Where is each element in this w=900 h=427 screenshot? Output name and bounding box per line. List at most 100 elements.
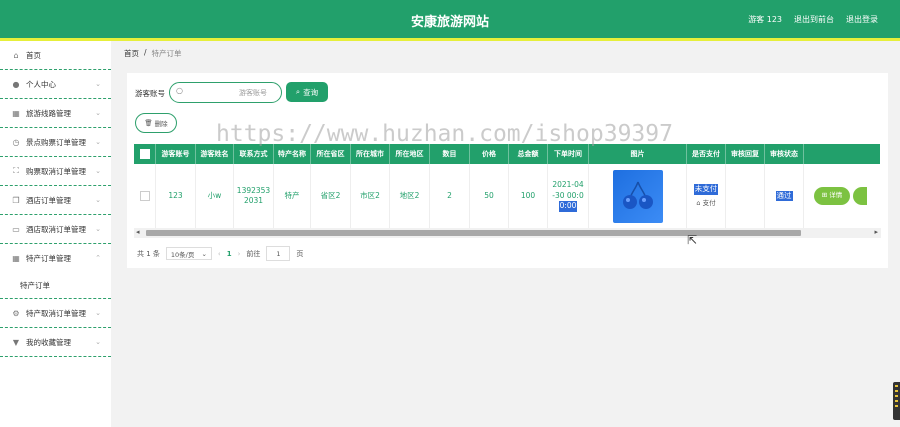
- chevron-down-icon: ⌄: [95, 196, 101, 204]
- sidebar-item-ticket-orders[interactable]: ◷ 景点购票订单管理 ⌄: [0, 128, 111, 157]
- horizontal-scrollbar[interactable]: ◂ ▸: [134, 228, 881, 238]
- sidebar-item-ticket-cancel[interactable]: ⛶ 购票取消订单管理 ⌄: [0, 157, 111, 186]
- side-widget[interactable]: [893, 382, 900, 420]
- select-all-checkbox[interactable]: [139, 149, 150, 159]
- search-icon: ⌕: [295, 87, 301, 96]
- search-input[interactable]: ○ 游客账号: [169, 82, 282, 103]
- paid-status: 未支付: [693, 184, 719, 195]
- sidebar-item-label: 我的收藏管理: [26, 337, 71, 347]
- cell-total: 100: [509, 164, 548, 228]
- sidebar-item-label: 酒店订单管理: [26, 195, 71, 205]
- sidebar-item-label: 旅游线路管理: [26, 108, 71, 118]
- product-image[interactable]: [612, 169, 663, 223]
- delete-button-label: 删除: [154, 120, 168, 128]
- sidebar-item-label: 个人中心: [26, 79, 56, 89]
- header-stripe: [0, 38, 900, 41]
- sidebar-item-hotel-orders[interactable]: ❐ 酒店订单管理 ⌄: [0, 186, 111, 215]
- sidebar-item-routes[interactable]: ▦ 旅游线路管理 ⌄: [0, 99, 111, 128]
- column-header: 是否支付: [687, 144, 726, 164]
- mouse-cursor-icon: ⇱: [687, 233, 698, 247]
- cell-phone: 1392353 2031: [234, 164, 274, 228]
- page-size-select[interactable]: 10条/页 ⌄: [165, 247, 212, 260]
- sidebar-item-favorites[interactable]: ▼ 我的收藏管理 ⌄: [0, 328, 111, 357]
- chevron-down-icon: ⌄: [95, 338, 101, 346]
- chevron-down-icon: ⌄: [95, 80, 101, 88]
- orders-table: 游客账号 游客姓名 联系方式 特产名称 所在省区 所在城市 所在地区 数目 价格…: [134, 144, 881, 238]
- breadcrumb-separator: /: [144, 48, 147, 57]
- column-header: 游客姓名: [196, 144, 234, 164]
- table-header: 游客账号 游客姓名 联系方式 特产名称 所在省区 所在城市 所在地区 数目 价格…: [134, 144, 880, 164]
- table-row: 123 小w 1392353 2031 特产 省区2 市区2 地区2 2 50 …: [134, 164, 880, 228]
- column-header: 所在城市: [351, 144, 390, 164]
- next-page-icon[interactable]: ›: [238, 250, 241, 258]
- user-label: 游客 123: [748, 15, 782, 24]
- scroll-left-icon[interactable]: ◂: [136, 228, 140, 236]
- chevron-down-icon: ⌄: [95, 167, 101, 175]
- sidebar-item-home[interactable]: ⌂ 首页: [0, 41, 111, 70]
- cell-city: 市区2: [351, 164, 390, 228]
- pagination: 共 1 条 10条/页 ⌄ ‹ 1 › 前往 1 页: [137, 246, 303, 261]
- sidebar-item-specialty-orders[interactable]: ▦ 特产订单管理 ⌃: [0, 244, 111, 272]
- column-header: 总金额: [509, 144, 548, 164]
- cell-count: 2: [430, 164, 470, 228]
- search-label: 游客账号: [135, 89, 165, 98]
- cell-review-reply: [726, 164, 765, 228]
- detail-button-label: 详情: [829, 191, 843, 200]
- sidebar-item-label: 酒店取消订单管理: [26, 224, 86, 234]
- phone-line-2: 2031: [243, 196, 264, 205]
- chevron-down-icon: ⌄: [201, 249, 207, 258]
- column-header: 特产名称: [274, 144, 311, 164]
- scroll-right-icon[interactable]: ▸: [874, 228, 878, 236]
- phone-line-1: 1392353: [236, 185, 271, 195]
- breadcrumb: 首页 / 特产订单: [124, 48, 182, 59]
- select-all-cell: [134, 144, 156, 164]
- goto-page-input[interactable]: 1: [266, 246, 291, 261]
- column-header: 所在地区: [390, 144, 430, 164]
- column-header: 审核状态: [765, 144, 804, 164]
- sidebar-item-label: 特产取消订单管理: [26, 308, 86, 318]
- top-header: 安康旅游网站 游客 123 退出到前台 退出登录: [0, 0, 900, 38]
- page-unit: 页: [296, 249, 304, 258]
- expand-icon: ⛶: [13, 166, 19, 175]
- building-icon: ▦: [12, 108, 20, 118]
- query-button[interactable]: ⌕ 查询: [286, 82, 328, 102]
- sidebar-item-label: 购票取消订单管理: [26, 166, 86, 176]
- column-header: 所在省区: [311, 144, 351, 164]
- cell-account: 123: [156, 164, 196, 228]
- sidebar-item-hotel-cancel[interactable]: ▭ 酒店取消订单管理 ⌄: [0, 215, 111, 244]
- chevron-down-icon: ⌄: [95, 109, 101, 117]
- logout-link[interactable]: 退出登录: [846, 14, 878, 25]
- sidebar-item-profile[interactable]: ● 个人中心 ⌄: [0, 70, 111, 99]
- chevron-down-icon: ⌄: [95, 309, 101, 317]
- column-header-actions: [804, 144, 880, 164]
- cell-price: 50: [470, 164, 509, 228]
- main-card: 游客账号 ○ 游客账号 ⌕ 查询 🗑 删除 游客账号 游客姓名 联系方式 特产名…: [127, 73, 888, 268]
- home-icon: ⌂: [13, 50, 19, 60]
- prev-page-icon[interactable]: ‹: [218, 250, 221, 258]
- breadcrumb-home[interactable]: 首页: [124, 48, 139, 59]
- user-icon: ●: [12, 79, 20, 89]
- back-to-front-link[interactable]: 退出到前台: [794, 14, 834, 25]
- cell-paid: 未支付 ⌂ 支付: [687, 164, 726, 228]
- cell-name: 小w: [196, 164, 234, 228]
- sidebar-subitem-specialty-order[interactable]: 特产订单: [0, 272, 111, 299]
- detail-icon: ⊞: [821, 191, 828, 200]
- row-select-cell: [134, 164, 156, 228]
- delete-button[interactable]: 🗑 删除: [135, 113, 177, 133]
- building-icon: ▦: [12, 253, 20, 263]
- column-header: 数目: [430, 144, 470, 164]
- pay-link[interactable]: ⌂ 支付: [696, 199, 715, 208]
- more-action-button[interactable]: [853, 187, 867, 205]
- sidebar-item-specialty-cancel[interactable]: ⚙ 特产取消订单管理 ⌄: [0, 299, 111, 328]
- column-header: 联系方式: [234, 144, 274, 164]
- chevron-down-icon: ⌄: [95, 225, 101, 233]
- time-line-2: -30 00:0: [552, 190, 584, 200]
- chevron-down-icon: ⌄: [95, 138, 101, 146]
- page-number[interactable]: 1: [227, 250, 232, 258]
- row-checkbox[interactable]: [139, 191, 150, 201]
- wallet-icon: ⌂: [696, 198, 701, 207]
- cell-actions: ⊞ 详情: [804, 164, 880, 228]
- column-header: 审核回复: [726, 144, 765, 164]
- scrollbar-thumb[interactable]: [146, 230, 801, 236]
- detail-button[interactable]: ⊞ 详情: [814, 187, 850, 205]
